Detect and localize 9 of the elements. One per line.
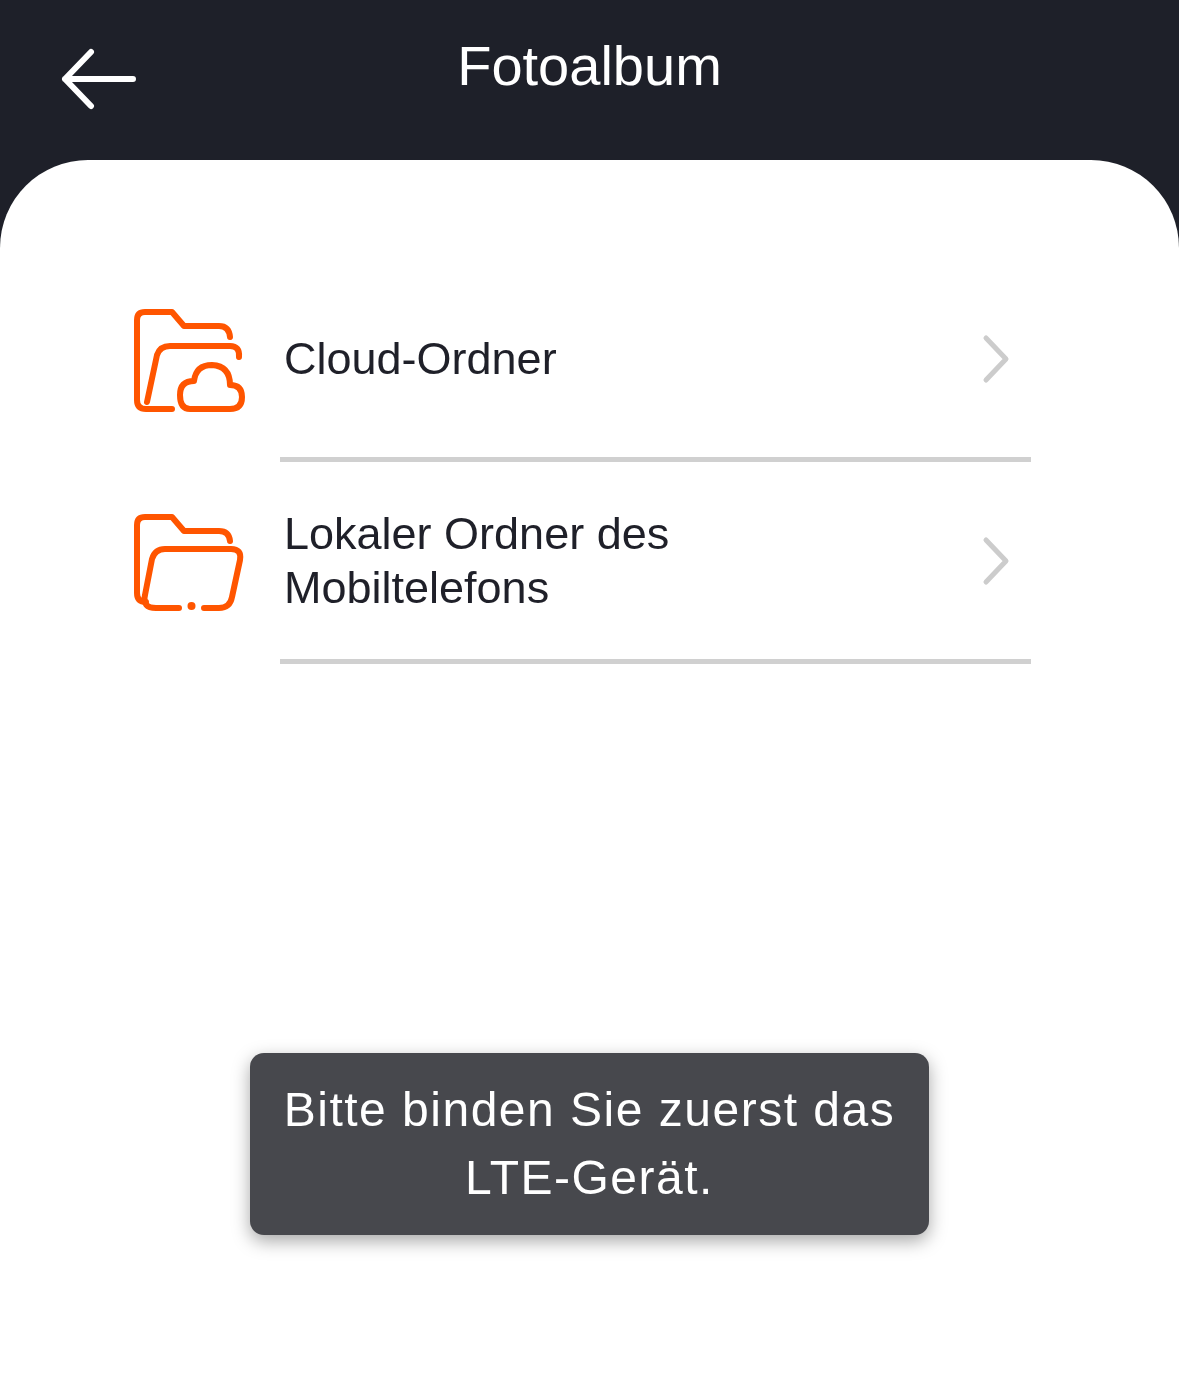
folder-label[interactable]: Cloud-Ordner (280, 331, 840, 386)
page-title: Fotoalbum (457, 33, 722, 99)
chevron-right-icon[interactable] (981, 534, 1011, 587)
folder-label[interactable]: Lokaler Ordner des Mobiltelefons (280, 506, 840, 615)
back-arrow-icon[interactable] (60, 48, 138, 110)
folder-cloud-icon (134, 309, 246, 413)
folder-icon (134, 514, 246, 612)
toast-message: Bitte binden Sie zuerst das LTE-Gerät. (250, 1053, 929, 1235)
chevron-right-icon[interactable] (981, 332, 1011, 385)
